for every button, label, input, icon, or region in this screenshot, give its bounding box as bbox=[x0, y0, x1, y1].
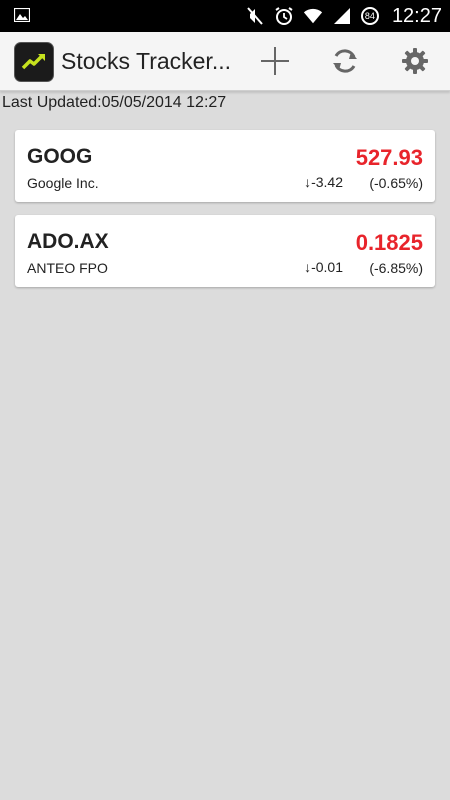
app-title: Stocks Tracker... bbox=[61, 48, 231, 74]
add-icon bbox=[261, 47, 289, 75]
wifi-icon bbox=[303, 6, 323, 26]
stock-price: 0.1825 bbox=[355, 230, 423, 255]
mute-icon bbox=[245, 6, 265, 26]
stock-symbol: ADO.AX bbox=[27, 230, 109, 253]
settings-icon bbox=[402, 48, 428, 74]
action-bar: Stocks Tracker... bbox=[0, 32, 450, 91]
refresh-button[interactable] bbox=[325, 41, 365, 81]
stock-chart-icon[interactable] bbox=[14, 42, 54, 82]
stock-card-goog[interactable]: GOOG 527.93 Google Inc. ↓-3.42 (-0.65%) bbox=[15, 130, 435, 202]
stock-change: ↓-0.01 bbox=[304, 259, 343, 275]
stock-change: ↓-3.42 bbox=[304, 174, 343, 190]
stock-card-ado-ax[interactable]: ADO.AX 0.1825 ANTEO FPO ↓-0.01 (-6.85%) bbox=[15, 215, 435, 287]
stock-price: 527.93 bbox=[355, 145, 423, 170]
battery-icon: 84 bbox=[360, 7, 379, 25]
refresh-icon bbox=[333, 49, 357, 73]
stock-name: Google Inc. bbox=[27, 175, 99, 191]
status-bar: 84 12:27 bbox=[0, 0, 450, 32]
clock-time: 12:27 bbox=[391, 4, 442, 27]
stock-name: ANTEO FPO bbox=[27, 260, 108, 276]
settings-button[interactable] bbox=[395, 41, 435, 81]
stock-symbol: GOOG bbox=[27, 145, 93, 168]
image-icon bbox=[13, 7, 31, 23]
add-stock-button[interactable] bbox=[255, 41, 295, 81]
signal-icon bbox=[332, 6, 352, 26]
alarm-icon bbox=[274, 6, 294, 26]
stock-change-percent: (-0.65%) bbox=[369, 175, 423, 191]
last-updated-text: Last Updated:05/05/2014 12:27 bbox=[2, 94, 227, 111]
stock-change-percent: (-6.85%) bbox=[369, 260, 423, 276]
